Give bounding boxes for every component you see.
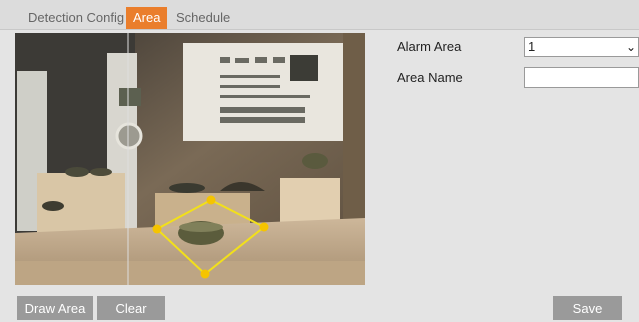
tab-detection-config[interactable]: Detection Config <box>21 7 131 29</box>
draw-area-button[interactable]: Draw Area <box>17 296 93 320</box>
clear-button[interactable]: Clear <box>97 296 165 320</box>
alarm-area-label: Alarm Area <box>397 39 462 54</box>
camera-snapshot-view[interactable] <box>15 33 365 285</box>
save-button[interactable]: Save <box>553 296 622 320</box>
area-name-label: Area Name <box>397 70 463 85</box>
alarm-area-select[interactable]: 1 ⌄ <box>524 37 639 57</box>
camera-snapshot-image <box>15 33 365 285</box>
chevron-down-icon: ⌄ <box>625 40 636 54</box>
tab-area[interactable]: Area <box>126 7 168 29</box>
area-name-input[interactable] <box>524 67 639 88</box>
tab-bar: Detection Config Area Schedule <box>0 0 639 30</box>
alarm-area-value: 1 <box>528 39 536 54</box>
tab-schedule[interactable]: Schedule <box>169 7 237 29</box>
